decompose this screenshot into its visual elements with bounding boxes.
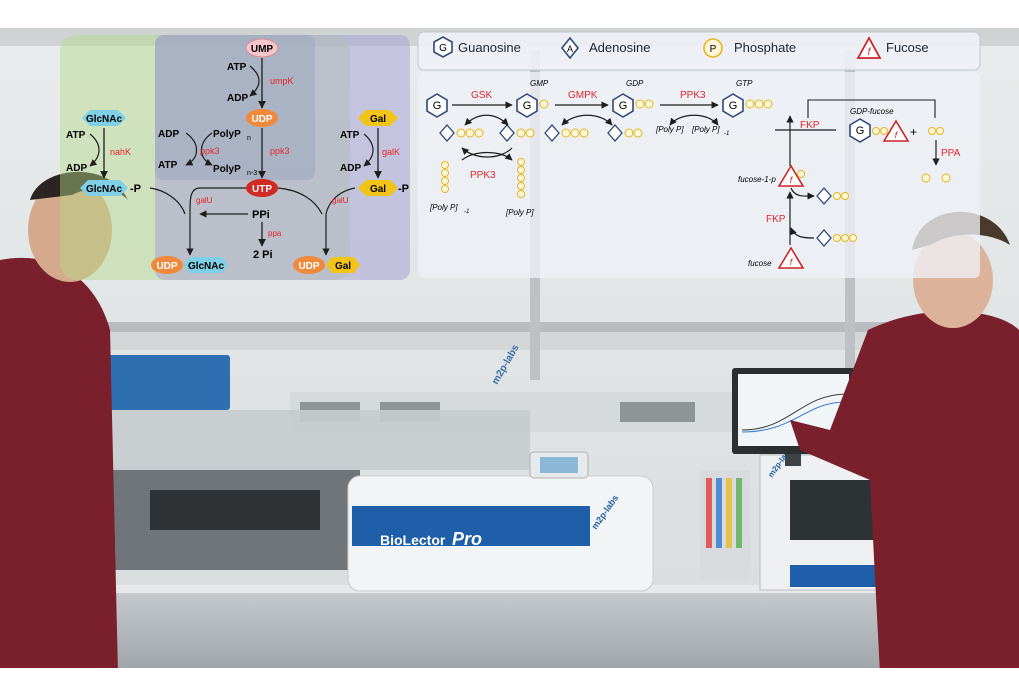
polyp-mid-a: [Poly P]: [655, 125, 684, 134]
biolector-brand: BioLector: [380, 532, 446, 548]
enzyme-umpk: umpK: [270, 76, 294, 86]
gal-atp: ATP: [340, 130, 360, 141]
robot-enclosure: [90, 410, 530, 470]
enzyme-ppa: ppa: [268, 229, 282, 238]
gal-p-suffix: -P: [398, 183, 409, 195]
phosphate-label: Phosphate: [734, 40, 796, 55]
enzyme-fkp-top: FKP: [800, 120, 820, 131]
enzyme-ppk3-cross: ppk3: [200, 146, 220, 156]
pipette-rack: [700, 470, 750, 580]
enzyme-ppk3-udp: ppk3: [270, 146, 290, 156]
right-pathway: G GSK G GMP GMPK G GDP PPK3 G GTP [Poly …: [418, 72, 980, 278]
fucose-label: fucose: [748, 259, 772, 268]
cross-atp: ATP: [158, 160, 178, 171]
udp-gal-udp: UDP: [298, 261, 319, 272]
phosphate-symbol: P: [710, 44, 717, 55]
polyp-n3: PolyP: [213, 164, 241, 175]
gal-node: Gal: [370, 114, 386, 125]
adenosine-symbol: A: [567, 44, 573, 54]
gdp-fucose-label: GDP-fucose: [850, 107, 894, 116]
polyp-mid-b: [Poly P]: [691, 125, 720, 134]
enzyme-ppk3-bottom: PPK3: [470, 170, 496, 181]
plus-sign: +: [910, 125, 917, 139]
right-panel: [418, 72, 980, 278]
ump-node: UMP: [251, 44, 274, 55]
gdp-fucose-g-label: G: [856, 125, 865, 137]
udp-panel: [155, 35, 315, 180]
gal-adp: ADP: [340, 163, 361, 174]
fucose-label: Fucose: [886, 40, 929, 55]
ump-adp: ADP: [227, 93, 248, 104]
glcnac-atp: ATP: [66, 130, 86, 141]
wall-shelf: [60, 322, 890, 332]
guanosine-node-label: G: [433, 100, 442, 112]
polyp-mid-b-sub: -1: [724, 131, 729, 137]
ppi-node: PPi: [252, 209, 270, 221]
glcnac-p-node: GlcNAc: [86, 184, 123, 195]
utp-node: UTP: [252, 184, 272, 195]
polyp-right: [Poly P]: [505, 208, 534, 217]
ump-atp: ATP: [227, 62, 247, 73]
glcnac-p-suffix: -P: [130, 183, 141, 195]
left-pathway: UMP ATP ADP umpK UDP PolyP n PolyP n-3 p…: [60, 35, 410, 280]
biolector-model: Pro: [452, 529, 482, 549]
gtp-node-label: G: [729, 100, 738, 112]
lab-bench: [0, 585, 1019, 674]
pi-node: 2 Pi: [253, 249, 273, 261]
polyp-left-sub: -1: [464, 209, 469, 215]
udp-glcnac-udp: UDP: [156, 261, 177, 272]
polyp-n-sub: n: [247, 135, 251, 142]
glcnac-node: GlcNAc: [86, 114, 123, 125]
enzyme-ppk3-top: PPK3: [680, 90, 706, 101]
scene: BioLector Pro m2p-labs m2p-labs m2p-labs: [0, 0, 1019, 674]
enzyme-galu-right: galU: [332, 196, 349, 205]
legend-bar: G Guanosine A Adenosine P Phosphate f Fu…: [417, 31, 981, 71]
enzyme-fkp-bottom: FKP: [766, 214, 786, 225]
udp-node: UDP: [251, 114, 272, 125]
gtp-label: GTP: [736, 79, 753, 88]
udp-glcnac-sugar: GlcNAc: [188, 261, 225, 272]
gdp-node-label: G: [619, 100, 628, 112]
enzyme-ppa-right: PPA: [941, 148, 961, 159]
enzyme-galk: galK: [382, 147, 400, 157]
cross-adp: ADP: [158, 129, 179, 140]
fucose-1p-label: fucose-1-p: [738, 175, 776, 184]
polyp-n3-sub: n-3: [247, 170, 257, 177]
enzyme-gmpk: GMPK: [568, 90, 598, 101]
glcnac-adp: ADP: [66, 163, 87, 174]
enzyme-nahk: nahK: [110, 147, 131, 157]
enzyme-galu-left: galU: [196, 196, 213, 205]
enzyme-gsk: GSK: [471, 90, 492, 101]
gmp-node-label: G: [523, 100, 532, 112]
gal-p-node: Gal: [370, 184, 386, 195]
gmp-label: GMP: [530, 79, 549, 88]
polyp-left: [Poly P]: [429, 203, 458, 212]
polyp-n: PolyP: [213, 129, 241, 140]
adenosine-label: Adenosine: [589, 40, 650, 55]
gdp-label: GDP: [626, 79, 644, 88]
udp-gal-sugar: Gal: [335, 261, 351, 272]
guanosine-symbol: G: [439, 43, 447, 54]
guanosine-label: Guanosine: [458, 40, 521, 55]
